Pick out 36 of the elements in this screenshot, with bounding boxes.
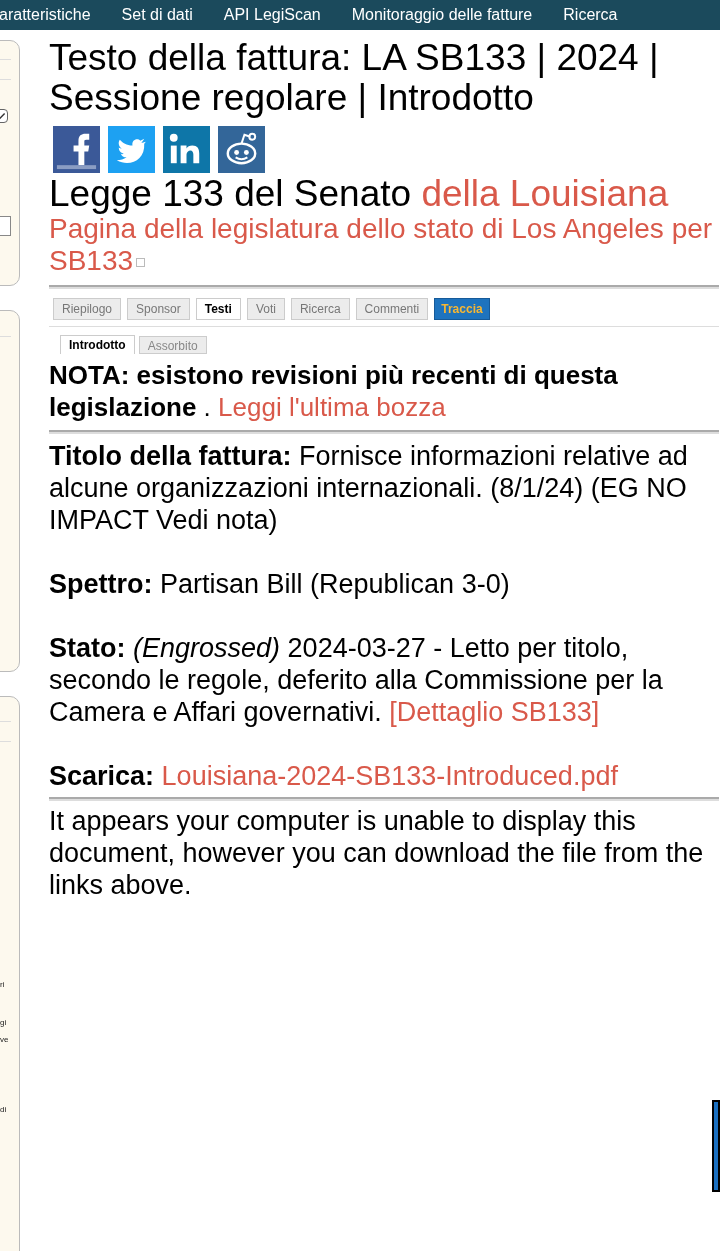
state-link[interactable]: della Louisiana <box>421 173 669 214</box>
nav-link[interactable]: Monitoraggio delle fatture <box>351 3 533 27</box>
external-link-icon <box>136 258 146 268</box>
nav-link[interactable]: API LegiScan <box>223 3 321 27</box>
sidebar-text: ve <box>0 1035 9 1045</box>
robot-face-icon[interactable] <box>218 126 265 173</box>
tab[interactable]: Commenti <box>355 298 429 320</box>
linkedin-icon[interactable] <box>163 126 210 173</box>
tab[interactable]: Traccia <box>434 298 490 320</box>
bill-heading: Legge 133 del Senato <box>49 173 412 214</box>
tab[interactable]: Voti <box>246 298 285 320</box>
tab[interactable]: Testi <box>195 298 241 320</box>
message-text: It appears your computer is unable to display this document, however you can download the file from the links above. <box>49 805 705 901</box>
field-text: Titolo della fattura: Fornisce informazioni relative ad alcune organizzazioni internazionali. (8/1/24) (EG NO IMPACT Vedi nota) <box>49 440 689 536</box>
tab[interactable]: Ricerca <box>290 298 350 320</box>
sidebar-text: di <box>0 1105 7 1115</box>
sidebar-text: gi <box>0 1018 7 1028</box>
bird-icon[interactable] <box>108 126 155 173</box>
tab[interactable]: Sponsor <box>127 298 190 320</box>
nav-link[interactable]: aratteristiche <box>0 3 91 27</box>
field-text: Spettro: Partisan Bill (Republican 3-0) <box>49 568 511 600</box>
sidebar-text: ri <box>0 980 5 990</box>
field-link[interactable]: [Dettaglio SB133] <box>389 697 600 727</box>
note-text: NOTA: esistono revisioni più recenti di questa legislazione . Leggi l'ultima bozza <box>49 359 619 423</box>
page-title: Testo della fattura: LA SB133 | 2024 | Sessione regolare | Introdotto <box>49 38 660 118</box>
field-link[interactable]: Louisiana-2024-SB133-Introduced.pdf <box>161 761 618 791</box>
legislature-link[interactable]: Pagina della legislatura dello stato di Los Angeles per SB133 <box>49 213 720 277</box>
field-text: Scarica: Louisiana-2024-SB133-Introduced.pdf <box>49 760 619 792</box>
field-text: Stato: (Engrossed) 2024-03-27 - Letto per titolo, secondo le regole, deferito alla Commissione per la Camera e Affari governativi. [Dettaglio SB133] <box>49 632 664 728</box>
nav-link[interactable]: Ricerca <box>563 3 618 27</box>
subtab[interactable]: Introdotto <box>60 335 135 354</box>
tab[interactable]: Riepilogo <box>53 298 122 320</box>
facebook-icon[interactable] <box>53 126 100 173</box>
nav-link[interactable]: Set di dati <box>121 3 193 27</box>
subtab[interactable]: Assorbito <box>138 336 207 354</box>
latest-draft-link[interactable]: Leggi l'ultima bozza <box>218 392 446 422</box>
